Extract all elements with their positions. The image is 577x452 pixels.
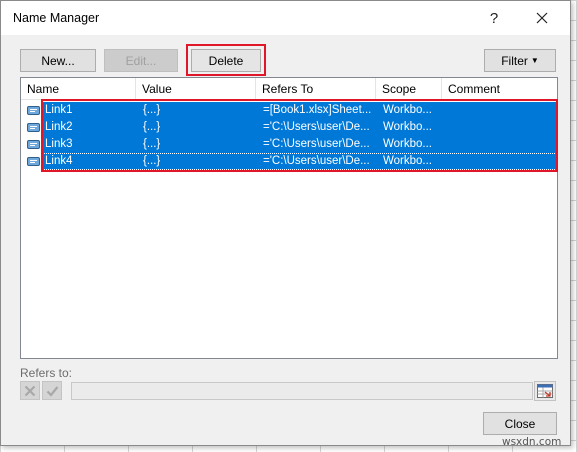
row-scope: Workbo... xyxy=(383,121,432,133)
row-comment xyxy=(449,153,549,170)
row-value: {...} xyxy=(143,155,161,167)
edit-button-label: Edit... xyxy=(125,53,157,68)
row-refers-to: ='C:\Users\user\De... xyxy=(263,155,370,167)
watermark-text: wsxdn.com xyxy=(502,436,562,448)
close-x-icon xyxy=(536,12,548,24)
row-name: Link1 xyxy=(45,104,73,116)
table-row[interactable]: Link3 {...} ='C:\Users\user\De... Workbo… xyxy=(23,136,557,153)
column-header-scope[interactable]: Scope xyxy=(376,78,442,100)
new-button-label: New... xyxy=(41,53,75,68)
column-header-name[interactable]: Name xyxy=(21,78,136,100)
name-tag-icon xyxy=(27,157,40,166)
close-window-button[interactable] xyxy=(519,1,565,35)
name-tag-icon xyxy=(27,140,40,149)
row-scope: Workbo... xyxy=(383,138,432,150)
name-manager-dialog: Name Manager ? New... Edit... Delete Fil… xyxy=(0,0,571,446)
list-header: Name Value Refers To Scope Comment xyxy=(21,78,557,100)
title-bar[interactable]: Name Manager ? xyxy=(1,1,570,35)
new-name-button[interactable]: New... xyxy=(20,49,96,72)
delete-button-label: Delete xyxy=(208,53,244,68)
cancel-edit-button[interactable] xyxy=(20,381,40,400)
row-comment xyxy=(449,136,549,153)
cancel-x-icon xyxy=(24,385,36,396)
row-refers-to: =[Book1.xlsx]Sheet... xyxy=(263,104,372,116)
close-button-label: Close xyxy=(504,416,536,431)
row-scope: Workbo... xyxy=(383,155,432,167)
row-scope: Workbo... xyxy=(383,104,432,116)
names-list[interactable]: Name Value Refers To Scope Comment Link1… xyxy=(20,77,558,359)
column-header-value[interactable]: Value xyxy=(136,78,256,100)
help-button[interactable]: ? xyxy=(471,1,517,35)
row-value: {...} xyxy=(143,121,161,133)
refers-to-label: Refers to: xyxy=(20,366,73,380)
row-refers-to: ='C:\Users\user\De... xyxy=(263,138,370,150)
row-name: Link4 xyxy=(45,155,73,167)
table-row[interactable]: Link4 {...} ='C:\Users\user\De... Workbo… xyxy=(23,153,557,170)
confirm-edit-button[interactable] xyxy=(42,381,62,400)
row-refers-to: ='C:\Users\user\De... xyxy=(263,121,370,133)
range-select-icon xyxy=(537,384,553,398)
delete-name-button[interactable]: Delete xyxy=(191,49,261,72)
table-row[interactable]: Link2 {...} ='C:\Users\user\De... Workbo… xyxy=(23,119,557,136)
filter-button-label: Filter xyxy=(501,53,528,68)
name-tag-icon xyxy=(27,106,40,115)
row-value: {...} xyxy=(143,104,161,116)
confirm-check-icon xyxy=(46,385,58,397)
dropdown-caret-icon: ▼ xyxy=(530,56,539,65)
row-comment xyxy=(449,119,549,136)
filter-dropdown-button[interactable]: Filter ▼ xyxy=(484,49,556,72)
row-value: {...} xyxy=(143,138,161,150)
range-select-button[interactable] xyxy=(534,381,556,401)
column-header-refers-to[interactable]: Refers To xyxy=(256,78,376,100)
table-row[interactable]: Link1 {...} =[Book1.xlsx]Sheet... Workbo… xyxy=(23,102,557,119)
row-name: Link3 xyxy=(45,138,73,150)
close-button[interactable]: Close xyxy=(483,412,557,435)
row-comment xyxy=(449,102,549,119)
dialog-title: Name Manager xyxy=(13,11,100,25)
refers-to-field[interactable] xyxy=(71,382,533,400)
column-header-comment[interactable]: Comment xyxy=(442,78,557,100)
name-tag-icon xyxy=(27,123,40,132)
row-name: Link2 xyxy=(45,121,73,133)
edit-name-button[interactable]: Edit... xyxy=(104,49,178,72)
